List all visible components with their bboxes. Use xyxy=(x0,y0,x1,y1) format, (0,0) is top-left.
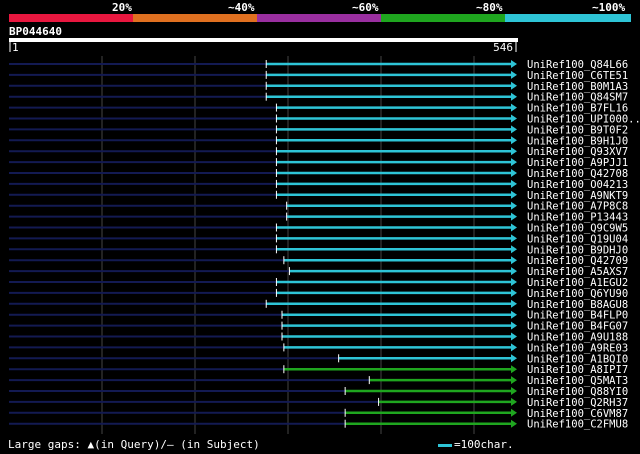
scale-label-20: 20% xyxy=(112,1,132,14)
hit-name-link[interactable]: UniRef100_C2FMU8 xyxy=(527,419,628,431)
hit-arrow xyxy=(511,223,517,232)
legend-swatch xyxy=(438,443,452,447)
hit-arrow xyxy=(511,147,517,156)
legend-subject-gap-text: (in Subject) xyxy=(180,438,260,451)
identity-scale-bar: 20% ~40% ~60% ~80% ~100% xyxy=(0,0,640,30)
grid-lines xyxy=(101,56,475,434)
scale-segment-purple xyxy=(257,14,381,22)
hit-arrow xyxy=(511,245,517,254)
query-start-label: 1 xyxy=(12,41,19,54)
hit-arrow xyxy=(511,201,517,210)
scale-label-80: ~80% xyxy=(476,1,503,14)
hit-arrow xyxy=(511,234,517,243)
hit-arrow xyxy=(511,288,517,297)
scale-segment-green xyxy=(381,14,505,22)
hit-arrow xyxy=(511,158,517,167)
hit-arrow xyxy=(511,310,517,319)
legend: Large gaps: ▲(in Query)/– (in Subject) xyxy=(8,438,260,451)
hit-arrow xyxy=(511,103,517,112)
alignment-plot: 1 546 UniRef100_Q84L66UniRef100_C6TE51Un… xyxy=(9,38,640,434)
hit-arrow xyxy=(511,354,517,363)
hit-arrow xyxy=(511,321,517,330)
hit-arrow xyxy=(511,190,517,199)
legend-scale-text: =100char. xyxy=(454,438,514,451)
hit-arrow xyxy=(511,387,517,395)
hit-arrow xyxy=(511,256,517,265)
hit-arrow xyxy=(511,179,517,188)
hit-arrow xyxy=(511,376,517,385)
hit-arrow xyxy=(511,419,517,428)
hit-arrow xyxy=(511,299,517,308)
hit-arrow xyxy=(511,92,517,101)
hit-rows: UniRef100_Q84L66UniRef100_C6TE51UniRef10… xyxy=(9,59,640,431)
scale-segment-orange xyxy=(133,14,257,22)
hit-arrow xyxy=(511,267,517,276)
legend-scale: =100char. xyxy=(438,438,514,451)
scale-label-40: ~40% xyxy=(228,1,255,14)
hit-arrow xyxy=(511,70,517,79)
hit-arrow xyxy=(511,169,517,177)
scale-segment-cyan xyxy=(505,14,631,22)
hit-arrow xyxy=(511,343,517,352)
scale-label-100: ~100% xyxy=(592,1,626,14)
hit-arrow xyxy=(511,60,517,68)
hit-arrow xyxy=(511,136,517,145)
hit-arrow xyxy=(511,81,517,90)
legend-query-gap-text: (in Query)/ xyxy=(94,438,167,451)
query-end-label: 546 xyxy=(493,41,513,54)
subject-gap-icon: – xyxy=(166,438,174,451)
hit-arrow xyxy=(511,114,517,123)
hit-arrow xyxy=(511,332,517,341)
query-bar xyxy=(9,38,518,42)
scale-label-60: ~60% xyxy=(352,1,379,14)
scale-segment-red xyxy=(9,14,133,22)
hit-arrow xyxy=(511,212,517,221)
hit-arrow xyxy=(511,365,517,374)
hit-arrow xyxy=(511,125,517,134)
legend-large-gaps-label: Large gaps: xyxy=(8,438,81,451)
hit-arrow xyxy=(511,278,517,286)
hit-arrow xyxy=(511,408,517,417)
hit-arrow xyxy=(511,397,517,406)
